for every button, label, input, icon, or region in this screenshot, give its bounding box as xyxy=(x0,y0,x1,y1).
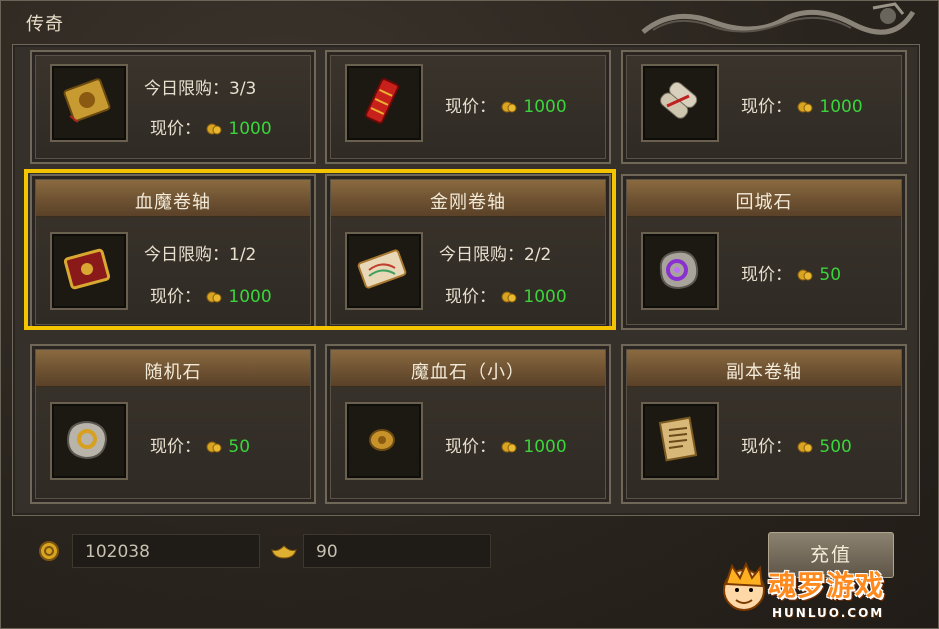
item-slot[interactable] xyxy=(50,402,128,480)
price-value: 1000 xyxy=(523,97,567,117)
item-name: 魔血石（小） xyxy=(411,362,525,383)
shop-item-card[interactable]: 血魔卷轴 今日限购：1/2 现价： 1000 xyxy=(30,174,316,330)
watermark-url: HUNLUO.COM xyxy=(772,606,885,620)
price-label: 现价： xyxy=(445,437,496,457)
gold-coin-icon xyxy=(797,269,813,281)
gold-ingot-icon xyxy=(271,545,297,559)
item-name: 金刚卷轴 xyxy=(430,192,506,213)
card-header: 魔血石（小） xyxy=(331,350,605,387)
small-mana-blood-stone-icon xyxy=(369,429,395,451)
gold-coin-icon xyxy=(206,291,222,303)
item-slot[interactable] xyxy=(345,232,423,310)
price-value: 1000 xyxy=(819,97,863,117)
gold-coin-icon xyxy=(501,291,517,303)
gold-balance-field: 102038 xyxy=(72,534,260,568)
ingot-balance-field: 90 xyxy=(303,534,491,568)
price-label: 现价： xyxy=(741,265,792,285)
card-header: 随机石 xyxy=(36,350,310,387)
diamond-scroll-icon xyxy=(357,249,407,289)
price-label: 现价： xyxy=(445,97,496,117)
item-slot[interactable] xyxy=(641,232,719,310)
item-name: 随机石 xyxy=(144,362,202,383)
shop-item-card[interactable]: 魔血石（小） 现价： 1000 xyxy=(325,344,611,504)
limit-label: 今日限购： xyxy=(144,79,229,99)
price-value: 50 xyxy=(819,265,842,285)
price-label: 现价： xyxy=(150,119,201,139)
golden-talisman-icon xyxy=(63,78,111,123)
title-bar: 传奇 xyxy=(0,0,939,44)
tied-scroll-icon xyxy=(660,81,698,119)
purple-town-stone-icon xyxy=(659,250,699,290)
item-slot[interactable] xyxy=(345,64,423,142)
gold-coin-icon xyxy=(206,441,222,453)
card-header: 血魔卷轴 xyxy=(36,180,310,217)
mascot-icon xyxy=(723,562,765,611)
item-slot[interactable] xyxy=(50,64,128,142)
random-stone-icon xyxy=(66,420,108,460)
price-value: 500 xyxy=(819,437,852,457)
gold-coin-icon xyxy=(39,541,59,561)
price-label: 现价： xyxy=(741,437,792,457)
item-name: 回城石 xyxy=(735,192,793,213)
firecracker-icon xyxy=(364,78,400,124)
item-slot[interactable] xyxy=(641,64,719,142)
dungeon-scroll-icon xyxy=(658,416,698,462)
limit-value: 2/2 xyxy=(524,245,552,265)
gold-coin-icon xyxy=(501,101,517,113)
item-slot[interactable] xyxy=(50,232,128,310)
item-slot[interactable] xyxy=(345,402,423,480)
dragon-ornament-icon xyxy=(641,2,916,35)
price-value: 1000 xyxy=(228,119,272,139)
shop-item-card[interactable]: 现价： 1000 xyxy=(325,50,611,164)
shop-item-card[interactable]: 回城石 现价： 50 xyxy=(621,174,907,330)
window-title: 传奇 xyxy=(26,14,64,35)
card-header: 金刚卷轴 xyxy=(331,180,605,217)
price-label: 现价： xyxy=(150,437,201,457)
price-value: 50 xyxy=(228,437,251,457)
card-header: 副本卷轴 xyxy=(627,350,901,387)
gold-coin-icon xyxy=(501,441,517,453)
gold-coin-icon xyxy=(206,123,222,135)
item-name: 副本卷轴 xyxy=(726,362,802,383)
price-label: 现价： xyxy=(445,287,496,307)
gold-coin-icon xyxy=(797,441,813,453)
price-value: 1000 xyxy=(523,287,567,307)
shop-item-card[interactable]: 随机石 现价： 50 xyxy=(30,344,316,504)
price-value: 1000 xyxy=(228,287,272,307)
limit-value: 1/2 xyxy=(229,245,257,265)
item-slot[interactable] xyxy=(641,402,719,480)
limit-label: 今日限购： xyxy=(439,245,524,265)
watermark-text: 魂罗游戏 xyxy=(768,569,885,602)
limit-value: 3/3 xyxy=(229,79,257,99)
item-name: 血魔卷轴 xyxy=(135,192,211,213)
card-header: 回城石 xyxy=(627,180,901,217)
gold-coin-icon xyxy=(797,101,813,113)
blood-demon-scroll-icon xyxy=(63,248,111,290)
price-label: 现价： xyxy=(150,287,201,307)
shop-item-card[interactable]: 今日限购：3/3 现价： 1000 xyxy=(30,50,316,164)
price-label: 现价： xyxy=(741,97,792,117)
shop-item-card[interactable]: 金刚卷轴 今日限购：2/2 现价： 1000 xyxy=(325,174,611,330)
site-watermark: 魂罗游戏 HUNLUO.COM xyxy=(718,560,939,629)
shop-item-card[interactable]: 现价： 1000 xyxy=(621,50,907,164)
limit-label: 今日限购： xyxy=(144,245,229,265)
shop-item-card[interactable]: 副本卷轴 现价： 500 xyxy=(621,344,907,504)
price-value: 1000 xyxy=(523,437,567,457)
